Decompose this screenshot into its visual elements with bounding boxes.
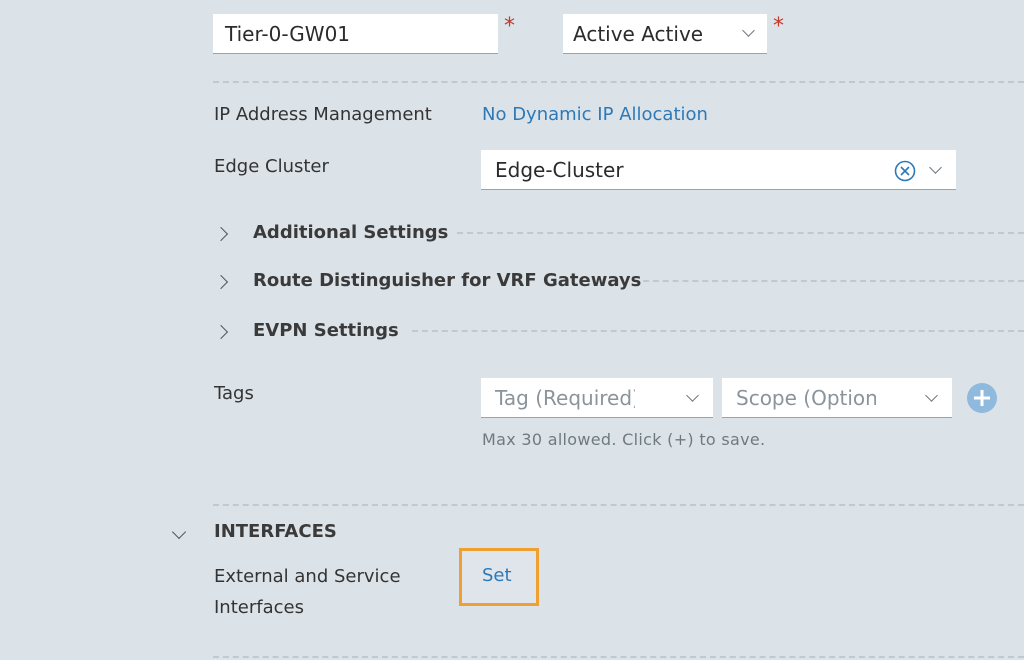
required-mark: * — [773, 14, 784, 39]
chevron-down-icon[interactable] — [171, 524, 187, 540]
chevron-right-icon — [213, 324, 229, 340]
set-interfaces-link[interactable]: Set — [482, 565, 512, 586]
divider — [213, 81, 1024, 83]
scope-placeholder: Scope (Optional) — [736, 385, 876, 410]
external-interfaces-label: External and Service — [214, 566, 401, 587]
tag-input[interactable]: Tag (Required) — [481, 378, 713, 418]
ip-management-link[interactable]: No Dynamic IP Allocation — [482, 104, 708, 125]
gateway-name-value: Tier-0-GW01 — [225, 21, 351, 46]
edge-cluster-select[interactable]: Edge-Cluster — [481, 150, 956, 190]
tags-label: Tags — [214, 383, 254, 404]
divider — [457, 232, 1024, 234]
chevron-down-icon[interactable] — [929, 161, 942, 174]
divider — [643, 280, 1024, 282]
gateway-name-field[interactable]: Tier-0-GW01 — [213, 14, 498, 54]
add-tag-icon[interactable] — [966, 382, 998, 414]
edge-cluster-label: Edge Cluster — [214, 156, 329, 177]
chevron-right-icon — [213, 226, 229, 242]
section-label: Route Distinguisher for VRF Gateways — [253, 270, 642, 291]
tags-hint: Max 30 allowed. Click (+) to save. — [482, 430, 766, 449]
section-evpn-settings[interactable]: EVPN Settings — [213, 318, 1024, 344]
interfaces-title: INTERFACES — [214, 521, 337, 542]
chevron-right-icon — [213, 274, 229, 290]
scope-input[interactable]: Scope (Optional) — [722, 378, 952, 418]
section-label: EVPN Settings — [253, 320, 399, 341]
external-interfaces-label-line2: Interfaces — [214, 597, 304, 618]
chevron-down-icon — [925, 389, 938, 402]
clear-icon[interactable] — [894, 160, 916, 182]
section-additional-settings[interactable]: Additional Settings — [213, 220, 1024, 246]
chevron-down-icon — [742, 24, 755, 37]
required-mark: * — [504, 14, 515, 39]
divider — [213, 656, 1024, 658]
ip-management-label: IP Address Management — [214, 104, 432, 125]
section-label: Additional Settings — [253, 222, 449, 243]
chevron-down-icon — [686, 389, 699, 402]
divider — [213, 504, 1024, 506]
edge-cluster-value: Edge-Cluster — [495, 157, 624, 182]
tag-placeholder: Tag (Required) — [495, 385, 635, 410]
ha-mode-value: Active Active — [573, 21, 704, 46]
divider — [412, 330, 1024, 332]
section-route-distinguisher[interactable]: Route Distinguisher for VRF Gateways — [213, 268, 1024, 294]
ha-mode-select[interactable]: Active Active — [563, 14, 767, 54]
